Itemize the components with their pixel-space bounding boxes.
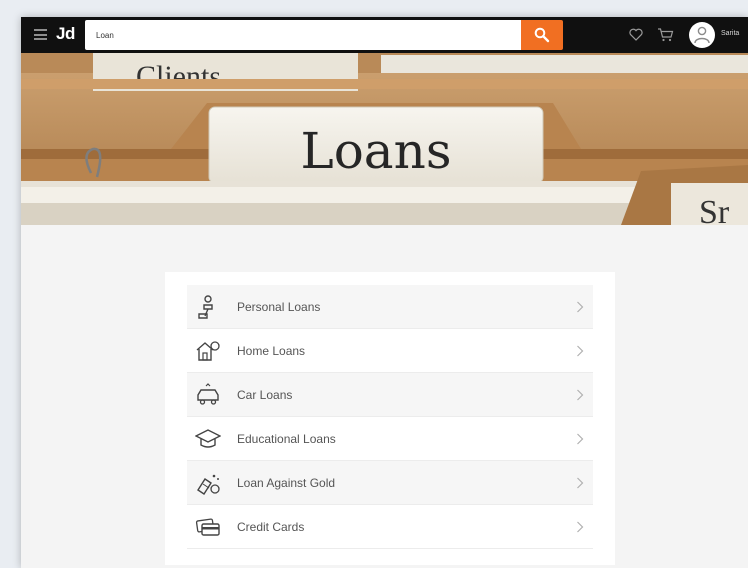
list-item-label: Credit Cards — [237, 520, 305, 534]
loans-banner: Clients Loans Sr — [21, 53, 748, 225]
app-window: Jd Sarita — [21, 17, 748, 568]
list-item-home-loans[interactable]: Home Loans — [187, 329, 593, 373]
list-item-educational-loans[interactable]: Educational Loans — [187, 417, 593, 461]
chevron-right-icon — [577, 301, 584, 313]
chevron-right-icon — [577, 477, 584, 489]
credit-card-icon — [195, 518, 220, 536]
list-item-label: Loan Against Gold — [237, 476, 336, 490]
chevron-right-icon — [577, 433, 584, 445]
list-item-car-loans[interactable]: Car Loans — [187, 373, 593, 417]
person-money-icon — [198, 295, 213, 319]
list-item-credit-cards[interactable]: Credit Cards — [187, 505, 593, 549]
loans-card: Personal Loans Home Loans Car Loans Educ… — [165, 272, 615, 565]
home-money-icon — [196, 341, 220, 361]
user-name[interactable]: Sarita — [721, 30, 739, 37]
search-input[interactable] — [85, 20, 521, 50]
loan-category-list: Personal Loans Home Loans Car Loans Educ… — [187, 285, 593, 549]
user-icon — [694, 26, 710, 44]
banner-image: Clients Loans Sr — [21, 53, 748, 225]
list-item-label: Home Loans — [237, 344, 306, 358]
side-tab-text: Sr — [699, 194, 730, 225]
graduation-cap-icon — [195, 429, 221, 448]
chevron-right-icon — [577, 389, 584, 401]
list-item-personal-loans[interactable]: Personal Loans — [187, 285, 593, 329]
main-tab-text: Loans — [301, 122, 452, 180]
list-item-label: Educational Loans — [237, 432, 336, 446]
avatar[interactable] — [689, 22, 715, 48]
list-item-label: Car Loans — [237, 388, 293, 402]
search-button[interactable] — [521, 20, 563, 50]
gold-coins-icon — [197, 474, 220, 495]
search-icon — [534, 27, 550, 43]
chevron-right-icon — [577, 521, 584, 533]
list-item-label: Personal Loans — [237, 300, 321, 314]
car-icon — [197, 383, 219, 405]
chevron-right-icon — [577, 345, 584, 357]
heart-icon[interactable] — [629, 28, 643, 41]
cart-icon[interactable] — [657, 27, 674, 42]
top-navigation-bar: Jd Sarita — [21, 17, 748, 53]
list-item-loan-against-gold[interactable]: Loan Against Gold — [187, 461, 593, 505]
hamburger-menu-icon[interactable] — [34, 29, 47, 40]
logo[interactable]: Jd — [56, 24, 75, 44]
